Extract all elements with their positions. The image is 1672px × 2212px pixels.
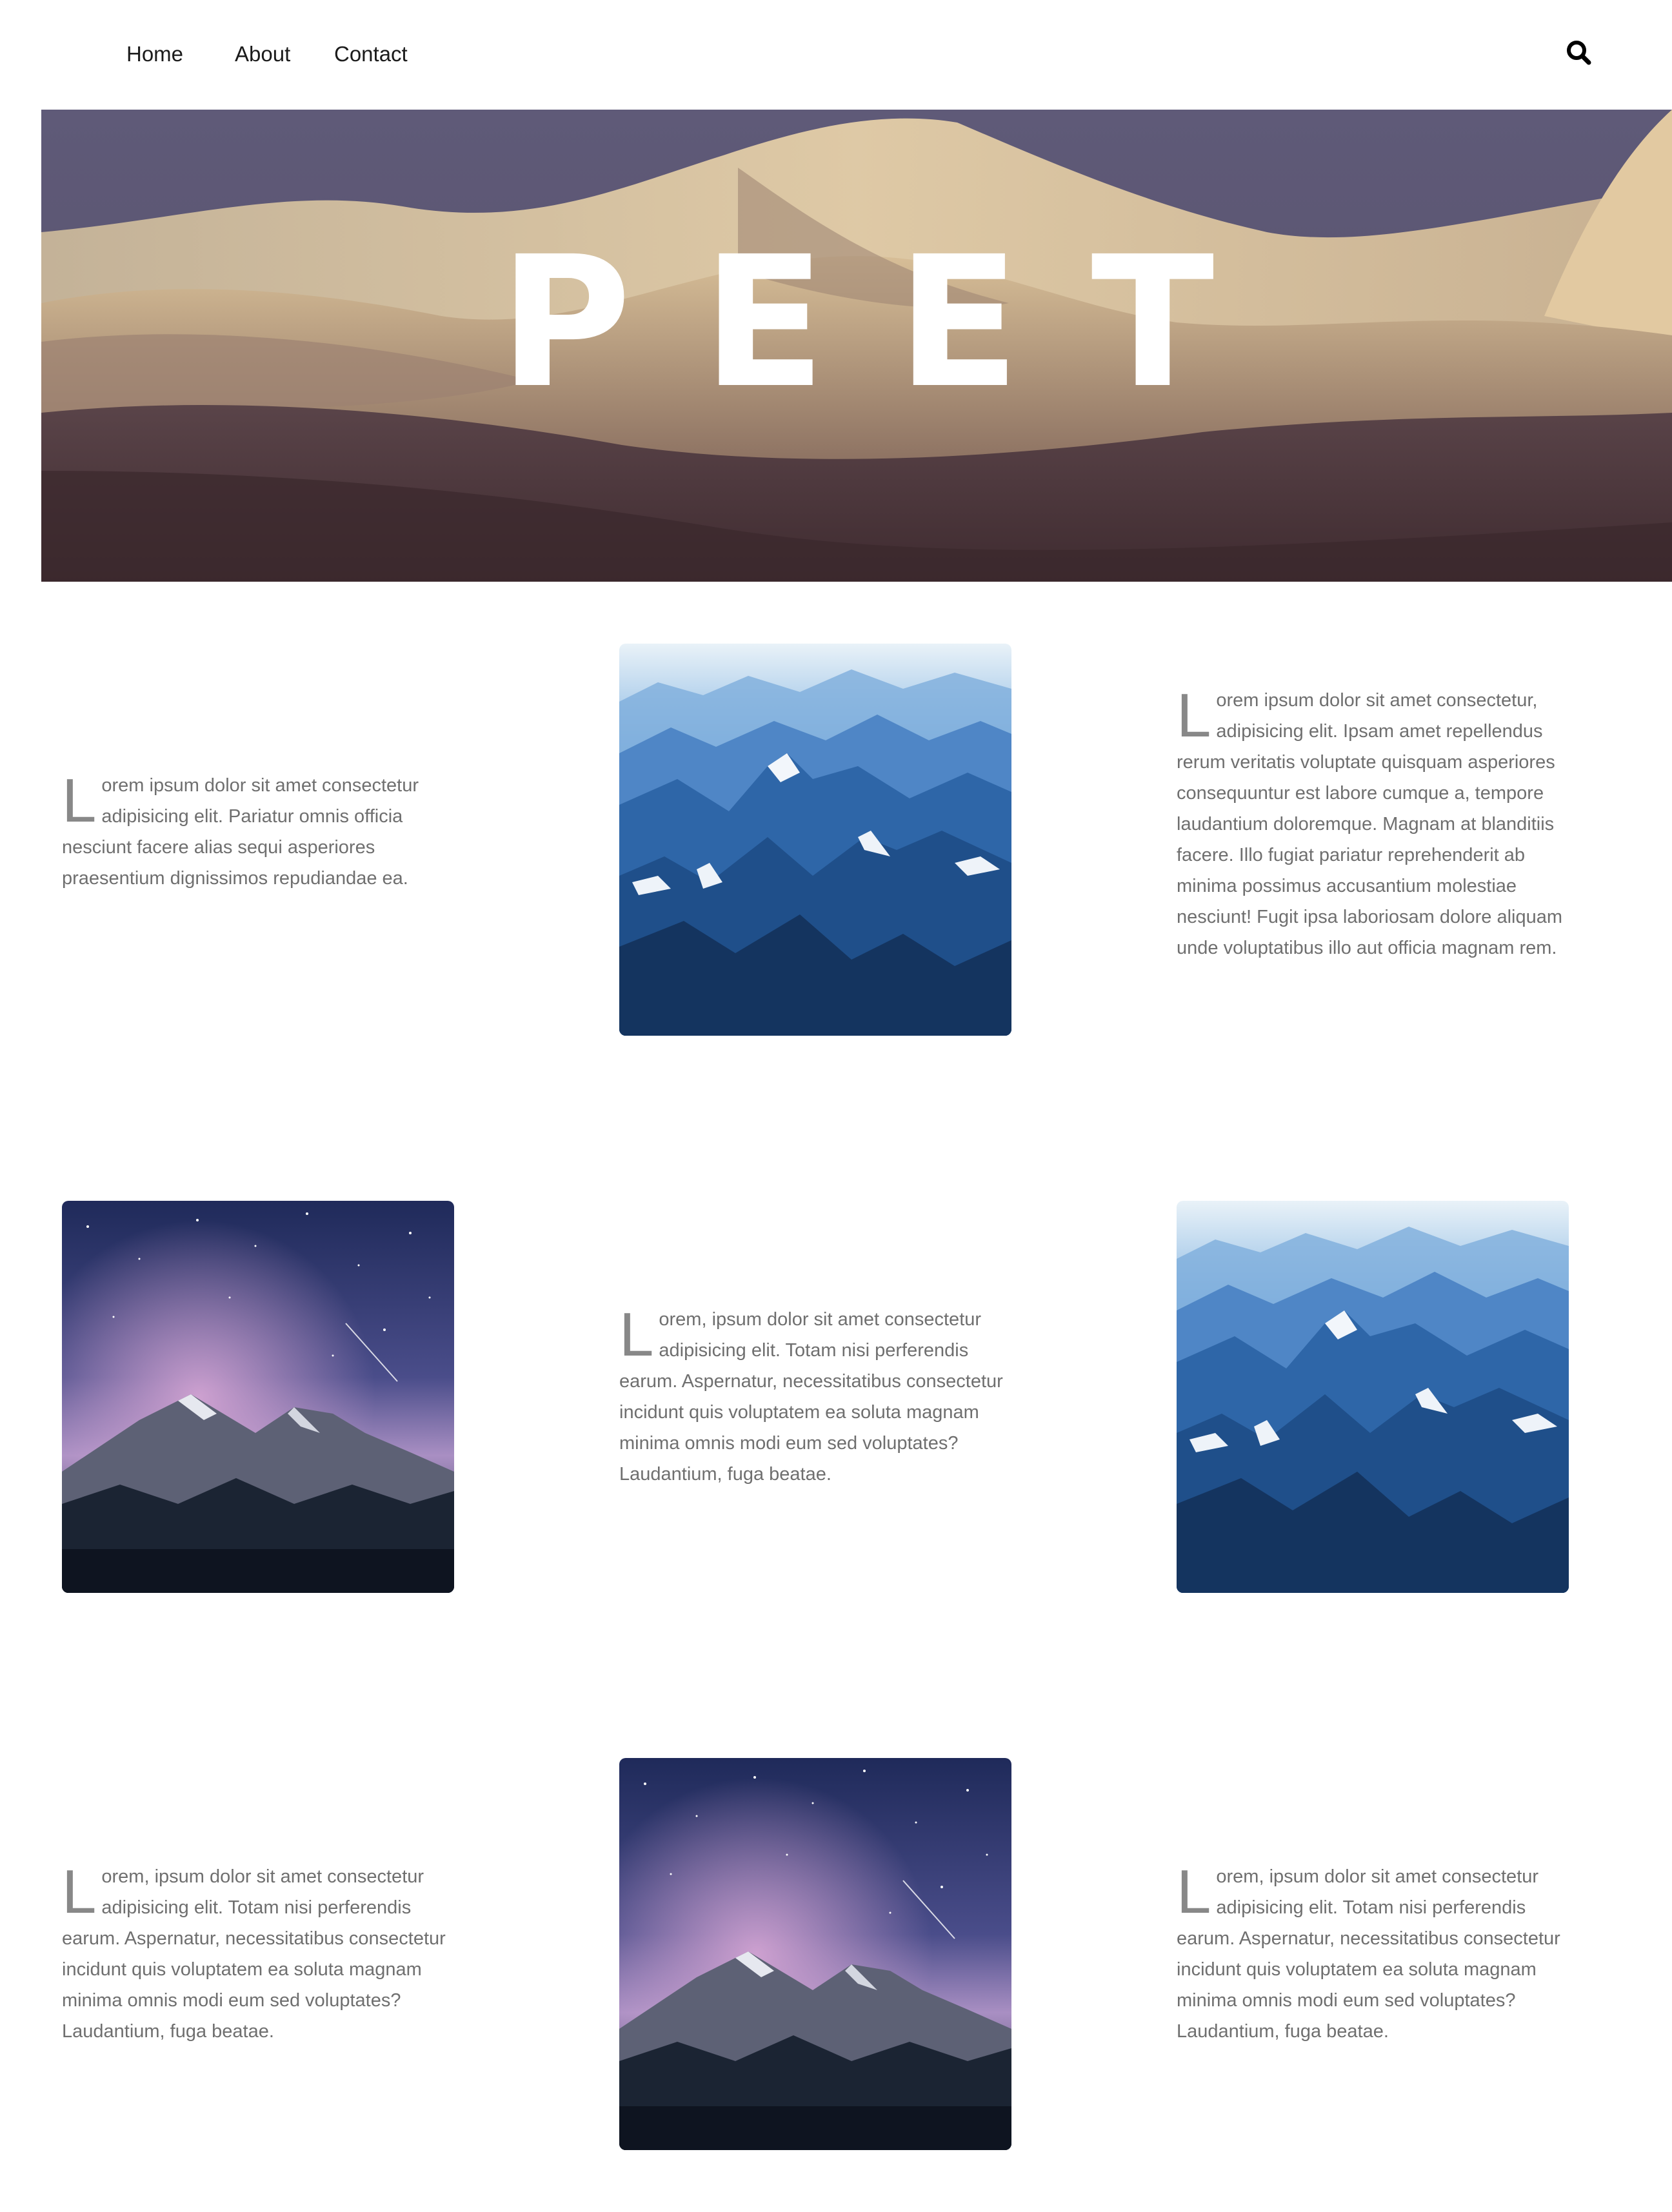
text-block-3: L orem, ipsum dolor sit amet consectetur… (619, 1304, 1014, 1490)
text-block-2: L orem ipsum dolor sit amet consectetur,… (1177, 685, 1571, 963)
drop-cap: L (62, 766, 97, 835)
paragraph-text: orem, ipsum dolor sit amet consectetur a… (619, 1309, 1003, 1485)
image-tile-starry (62, 1201, 454, 1593)
image-tile-starry (619, 1758, 1011, 2150)
paragraph-text: orem, ipsum dolor sit amet consectetur a… (62, 1866, 446, 2042)
nav-link-contact[interactable]: Contact (334, 41, 408, 67)
drop-cap: L (619, 1300, 654, 1369)
starry-mountain-image (62, 1201, 454, 1593)
image-tile-mountains (619, 644, 1011, 1036)
drop-cap: L (62, 1857, 97, 1926)
search-button[interactable] (1565, 39, 1595, 68)
nav-link-home[interactable]: Home (126, 41, 183, 67)
text-block-5: L orem, ipsum dolor sit amet consectetur… (1177, 1861, 1571, 2047)
paragraph-text: orem ipsum dolor sit amet consectetur, a… (1177, 690, 1563, 958)
drop-cap: L (1177, 1857, 1211, 1926)
paragraph-text: orem ipsum dolor sit amet consectetur ad… (62, 775, 419, 889)
text-block-1: L orem ipsum dolor sit amet consectetur … (62, 770, 457, 894)
text-block-4: L orem, ipsum dolor sit amet consectetur… (62, 1861, 457, 2047)
hero-title: PEET (499, 218, 1286, 428)
mountain-range-image (1177, 1201, 1569, 1593)
paragraph-text: orem, ipsum dolor sit amet consectetur a… (1177, 1866, 1560, 2042)
hero-banner: PEET (41, 110, 1672, 582)
nav-link-about[interactable]: About (235, 41, 290, 67)
search-icon (1567, 41, 1591, 65)
top-navbar: Home About Contact (0, 0, 1672, 110)
starry-mountain-image (619, 1758, 1011, 2150)
mountain-range-image (619, 644, 1011, 1036)
drop-cap: L (1177, 681, 1211, 750)
image-tile-mountains (1177, 1201, 1569, 1593)
